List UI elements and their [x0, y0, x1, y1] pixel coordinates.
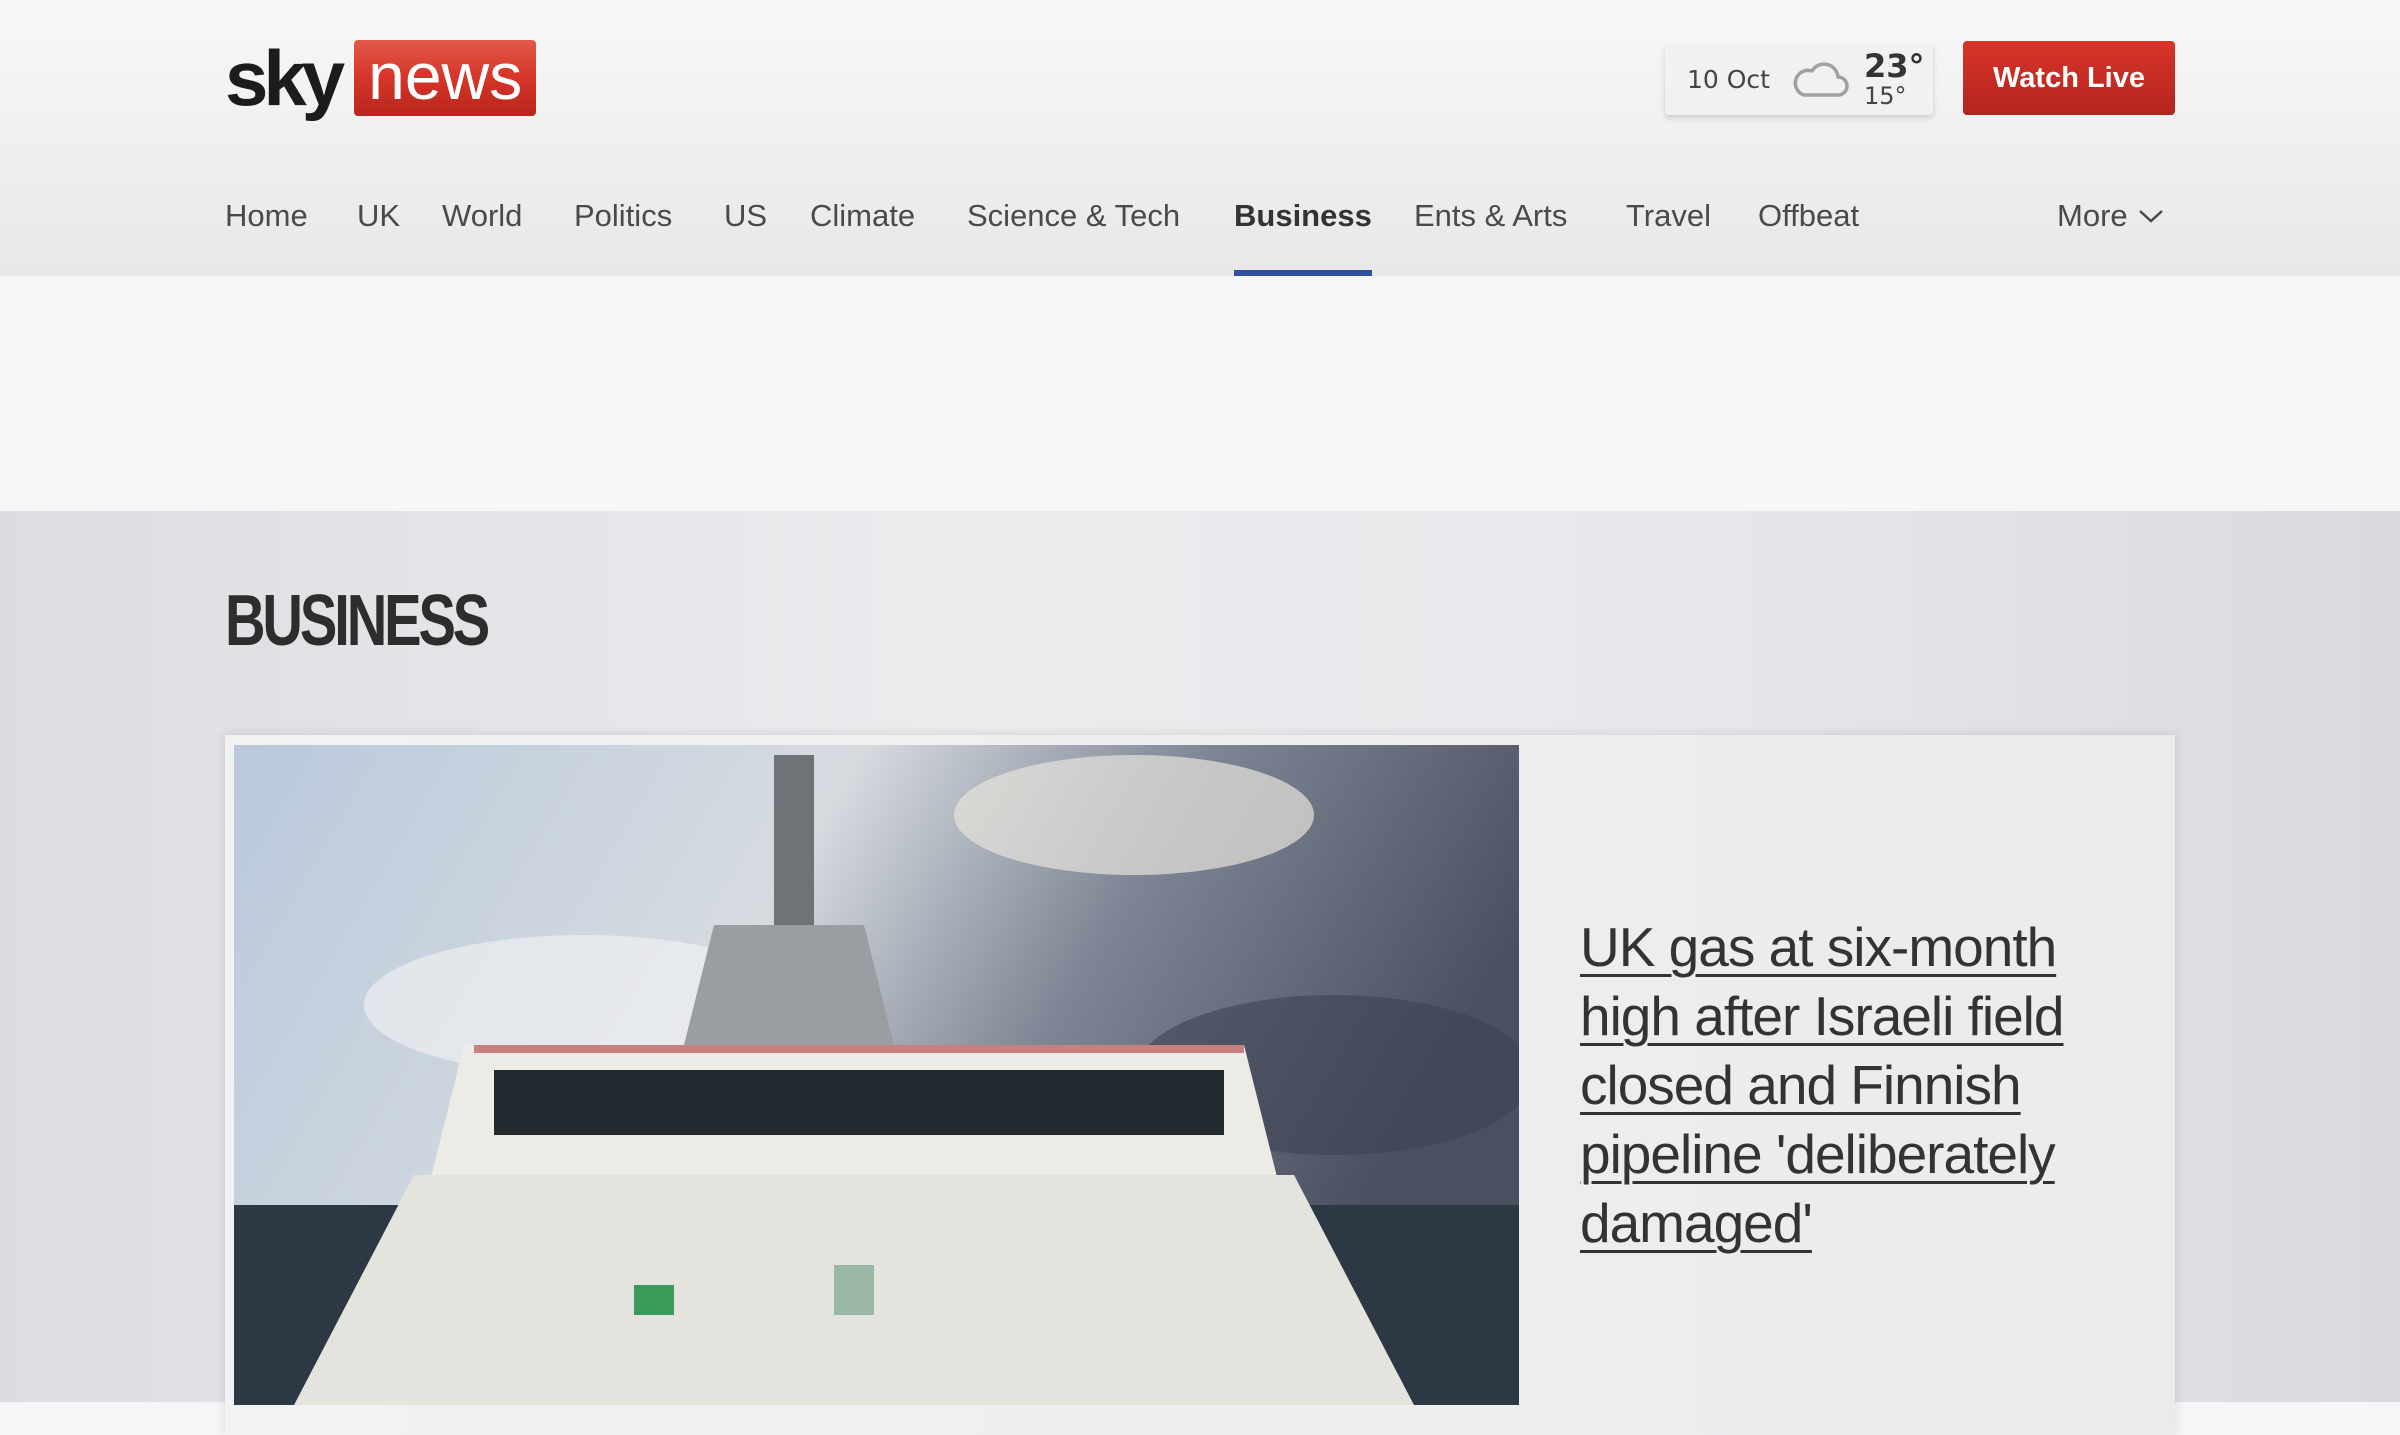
weather-low: 15°	[1863, 82, 1907, 110]
nav-politics[interactable]: Politics	[574, 190, 672, 276]
logo-news: news	[354, 40, 537, 116]
chevron-down-icon	[2138, 210, 2163, 223]
nav-world[interactable]: World	[442, 190, 522, 276]
weather-widget[interactable]: 10 Oct 23° 15°	[1665, 43, 1933, 115]
nav-uk[interactable]: UK	[357, 190, 400, 276]
nav-home[interactable]: Home	[225, 190, 308, 276]
nav-science-tech[interactable]: Science & Tech	[967, 190, 1180, 276]
more-label: More	[2057, 198, 2128, 233]
story-image[interactable]	[234, 745, 1519, 1405]
nav-us[interactable]: US	[724, 190, 767, 276]
nav-more-button[interactable]: More	[2057, 190, 2164, 242]
ship-photo	[234, 745, 1519, 1405]
site-header: sky news 10 Oct 23° 15° Watch Live Home …	[0, 0, 2400, 276]
weather-high: 23°	[1863, 47, 1925, 85]
section-title: BUSINESS	[225, 581, 490, 661]
lead-story-headline[interactable]: UK gas at six-month high after Israeli f…	[1580, 913, 2140, 1258]
nav-ents-arts[interactable]: Ents & Arts	[1414, 190, 1567, 276]
watch-live-button[interactable]: Watch Live	[1963, 41, 2175, 115]
sky-news-logo[interactable]: sky news	[225, 34, 537, 122]
ad-space	[0, 276, 2400, 511]
cloud-icon	[1793, 62, 1849, 97]
nav-offbeat[interactable]: Offbeat	[1758, 190, 1859, 276]
logo-sky: sky	[225, 34, 345, 122]
nav-business[interactable]: Business	[1234, 190, 1372, 276]
main-nav: Home UK World Politics US Climate Scienc…	[0, 190, 2400, 276]
lead-story-card[interactable]: UK gas at six-month high after Israeli f…	[225, 735, 2175, 1435]
nav-climate[interactable]: Climate	[810, 190, 915, 276]
weather-date: 10 Oct	[1687, 64, 1770, 94]
nav-travel[interactable]: Travel	[1626, 190, 1711, 276]
